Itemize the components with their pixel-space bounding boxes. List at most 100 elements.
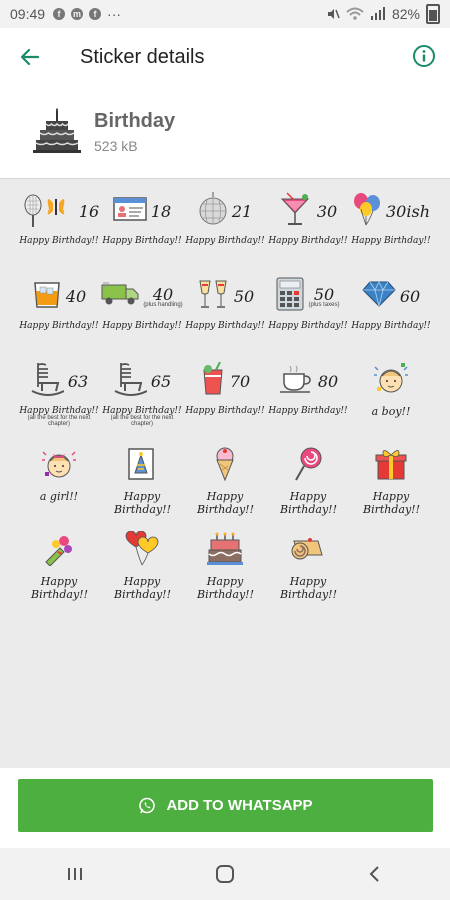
sticker-artwork — [39, 444, 79, 488]
mute-icon — [327, 9, 340, 19]
sticker-heart-balloons[interactable]: Happy Birthday!! — [101, 525, 183, 610]
rocking-chair-icon — [30, 361, 65, 402]
sticker-baby-girl[interactable]: a girl!! — [18, 440, 100, 525]
sticker-age: 63 — [67, 371, 89, 391]
sticker-whisky-glass[interactable]: 40 Happy Birthday!! — [18, 270, 100, 355]
sticker-lollipop[interactable]: Happy Birthday!! — [267, 440, 349, 525]
flower-bouquet-icon — [42, 532, 76, 571]
sticker-caption: Happy Birthday!! — [185, 321, 265, 331]
sticker-caption: Happy Birthday!! — [268, 236, 348, 246]
sticker-caption: Happy Birthday!! — [185, 406, 265, 416]
pack-name: Birthday — [94, 110, 176, 132]
sticker-truck[interactable]: 40 (plus handling) Happy Birthday!! — [101, 270, 183, 355]
page-title: Sticker details — [80, 45, 205, 68]
status-right: 82% — [326, 4, 440, 24]
status-bar: 09:49 f m f ··· 82% — [0, 0, 450, 28]
sticker-caption: Happy Birthday!! — [19, 321, 99, 331]
back-nav-button[interactable] — [345, 854, 405, 894]
whisky-glass-icon — [32, 279, 62, 314]
sticker-champagne-glasses[interactable]: 50 Happy Birthday!! — [184, 270, 266, 355]
sticker-artwork: 65 — [113, 359, 171, 403]
sticker-rocking-chair[interactable]: 65 Happy Birthday!! (all the best for the … — [101, 355, 183, 440]
recent-apps-button[interactable] — [45, 854, 105, 894]
facebook-icon: f — [53, 8, 66, 20]
arrow-left-icon — [20, 48, 40, 66]
sticker-cake-roll[interactable]: Happy Birthday!! — [267, 525, 349, 610]
sticker-artwork — [290, 529, 326, 573]
sticker-cocktail[interactable]: 30 Happy Birthday!! — [267, 185, 349, 270]
heart-balloons-icon — [122, 530, 162, 572]
sticker-artwork: 18 — [113, 189, 171, 233]
sticker-caption: Happy Birthday!! — [197, 490, 255, 516]
sticker-age: 80 — [317, 371, 339, 391]
add-button-area: ADD TO WHATSAPP — [0, 768, 450, 848]
diamond-icon — [362, 280, 396, 313]
more-notifications-icon: ··· — [107, 6, 122, 22]
sticker-caption: Happy Birthday!! — [351, 236, 431, 246]
sticker-caption: Happy Birthday!! — [114, 575, 172, 601]
sticker-birthday-cake[interactable]: Happy Birthday!! — [184, 525, 266, 610]
sticker-caption: Happy Birthday!! — [19, 236, 99, 246]
system-navigation-bar — [0, 848, 450, 900]
sticker-artwork: 63 — [30, 359, 88, 403]
home-button[interactable] — [195, 854, 255, 894]
baby-girl-icon — [39, 446, 79, 487]
sticker-age: 30 — [316, 201, 338, 221]
sticker-artwork: 70 — [200, 359, 250, 403]
sticker-tennis-racket-butterfly[interactable]: 16 Happy Birthday!! — [18, 185, 100, 270]
sticker-caption: a girl!! — [39, 490, 79, 503]
sticker-artwork: 50 (plus taxes) — [276, 274, 340, 318]
sticker-artwork — [293, 444, 323, 488]
chevron-left-icon — [369, 866, 379, 882]
id-card-icon — [113, 196, 147, 227]
sticker-caption: Happy Birthday!! — [280, 490, 338, 516]
sticker-tea-cup[interactable]: 80 Happy Birthday!! — [267, 355, 349, 440]
sticker-id-card[interactable]: 18 Happy Birthday!! — [101, 185, 183, 270]
sticker-gift-box[interactable]: Happy Birthday!! — [350, 440, 432, 525]
birthday-cake-icon — [33, 108, 81, 153]
sticker-subtitle: (plus handling) — [143, 301, 183, 308]
sticker-caption: Happy Birthday!! — [31, 575, 89, 601]
facebook-icon: f — [89, 8, 102, 20]
sticker-balloons[interactable]: 30ish Happy Birthday!! — [350, 185, 432, 270]
disco-ball-icon — [198, 191, 228, 231]
wifi-icon — [346, 7, 364, 20]
sticker-caption: Happy Birthday!! — [280, 575, 338, 601]
sticker-caption: Happy Birthday!! — [114, 490, 172, 516]
sticker-artwork — [42, 529, 76, 573]
sticker-caption: Happy Birthday!! — [185, 236, 265, 246]
sticker-artwork — [122, 529, 162, 573]
balloons-icon — [352, 191, 382, 232]
rocking-chair-icon — [113, 361, 148, 402]
sticker-footnote: (all the best for the next chapter) — [110, 415, 174, 427]
sticker-rocking-chair[interactable]: 63 Happy Birthday!! (all the best for the … — [18, 355, 100, 440]
sticker-birthday-card[interactable]: Happy Birthday!! — [101, 440, 183, 525]
gift-box-icon — [375, 447, 407, 486]
sticker-artwork — [371, 359, 411, 403]
cocktail-icon — [279, 191, 313, 232]
sticker-ice-cream[interactable]: Happy Birthday!! — [184, 440, 266, 525]
sticker-flower-bouquet[interactable]: Happy Birthday!! — [18, 525, 100, 610]
add-to-whatsapp-button[interactable]: ADD TO WHATSAPP — [18, 779, 433, 832]
battery-percent: 82% — [391, 6, 420, 22]
lollipop-icon — [293, 446, 323, 487]
sticker-artwork — [207, 529, 243, 573]
messenger-icon: m — [71, 8, 84, 20]
back-button[interactable] — [0, 28, 60, 86]
sticker-caption: Happy Birthday!! — [351, 321, 431, 331]
sticker-grid: 16 Happy Birthday!! 18 Happy Birthday!! 21 Ha… — [18, 185, 432, 610]
sticker-caption: a boy!! — [371, 405, 411, 418]
sticker-calculator[interactable]: 50 (plus taxes) Happy Birthday!! — [267, 270, 349, 355]
sticker-diamond[interactable]: 60 Happy Birthday!! — [350, 270, 432, 355]
sticker-juice-drink[interactable]: 70 Happy Birthday!! — [184, 355, 266, 440]
sticker-disco-ball[interactable]: 21 Happy Birthday!! — [184, 185, 266, 270]
sticker-age: 65 — [150, 371, 172, 391]
sticker-baby-boy[interactable]: a boy!! — [350, 355, 432, 440]
signal-icon — [370, 7, 385, 20]
sticker-artwork: 80 — [278, 359, 338, 403]
info-button[interactable] — [412, 44, 436, 68]
sticker-artwork — [127, 444, 157, 488]
sticker-caption: Happy Birthday!! — [197, 575, 255, 601]
whatsapp-icon — [139, 797, 156, 813]
pack-info: Birthday 523 kB — [94, 110, 175, 154]
